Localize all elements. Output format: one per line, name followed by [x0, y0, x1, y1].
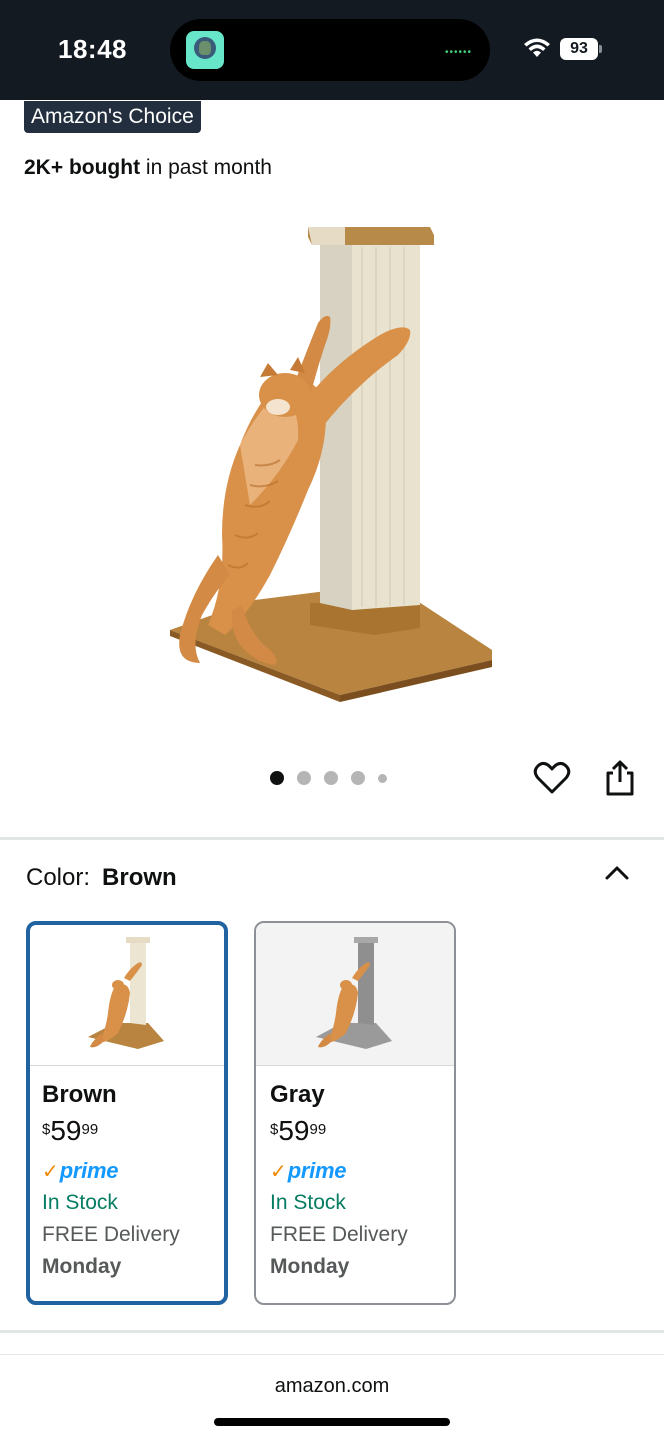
chevron-up-icon[interactable] [602, 858, 632, 888]
section-divider [0, 837, 664, 840]
browser-address-bar[interactable]: amazon.com [0, 1354, 664, 1440]
delivery-info: FREE Delivery [42, 1223, 180, 1246]
pager-dot[interactable] [351, 771, 365, 785]
home-indicator[interactable] [214, 1418, 450, 1426]
variant-image-brown [88, 937, 164, 1049]
variant-card-brown[interactable]: Brown $5999 ✓ prime In Stock FREE Deliver… [26, 921, 228, 1305]
share-icon[interactable] [602, 758, 638, 798]
variant-name: Brown [42, 1081, 117, 1108]
prime-logo: ✓ prime [270, 1158, 347, 1183]
prime-logo: ✓ prime [42, 1158, 119, 1183]
dynamic-island[interactable]: •••••• [170, 19, 490, 81]
pager-dot[interactable] [324, 771, 338, 785]
bought-count: 2K+ bought in past month [24, 156, 272, 180]
bought-count-value: 2K+ bought [24, 156, 141, 179]
section-divider [0, 1330, 664, 1333]
prime-check-icon: ✓ [42, 1160, 59, 1183]
battery-icon: 93 [560, 38, 598, 60]
wifi-icon [524, 38, 550, 57]
variant-price: $5999 [270, 1115, 327, 1146]
stock-status: In Stock [42, 1191, 118, 1214]
image-pager[interactable] [270, 771, 387, 785]
variant-card-gray[interactable]: Gray $5999 ✓ prime In Stock FREE Delivery… [254, 921, 456, 1305]
delivery-day: Monday [270, 1255, 350, 1278]
variant-name: Gray [270, 1081, 325, 1108]
heart-icon[interactable] [532, 758, 572, 798]
amazons-choice-badge[interactable]: Amazon's Choice [24, 101, 201, 133]
bought-count-suffix: in past month [140, 156, 272, 179]
color-selector-header[interactable]: Color: Brown [26, 864, 177, 892]
delivery-day: Monday [42, 1255, 122, 1278]
url-text[interactable]: amazon.com [0, 1375, 664, 1398]
variant-price: $5999 [42, 1115, 99, 1146]
product-image[interactable] [130, 205, 530, 725]
app-activity-icon[interactable] [186, 31, 224, 69]
variant-image-gray [316, 937, 392, 1049]
activity-indicator-icon: •••••• [444, 47, 472, 58]
status-time: 18:48 [58, 34, 127, 64]
color-selected-value: Brown [102, 864, 177, 891]
pager-dot[interactable] [378, 773, 387, 783]
color-label: Color: [26, 864, 91, 891]
stock-status: In Stock [270, 1191, 346, 1214]
prime-check-icon: ✓ [270, 1160, 287, 1183]
pager-dot[interactable] [270, 771, 284, 785]
delivery-info: FREE Delivery [270, 1223, 408, 1246]
battery-level: 93 [570, 40, 588, 57]
pager-dot[interactable] [297, 771, 311, 785]
status-bar: 18:48 •••••• 93 [0, 0, 664, 100]
